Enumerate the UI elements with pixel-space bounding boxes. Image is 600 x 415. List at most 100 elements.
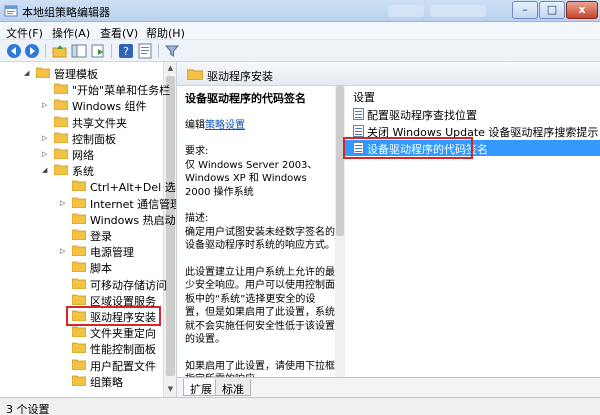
folder-icon: [72, 375, 86, 386]
blurred-region: [388, 5, 424, 17]
tree-item-label: 控制面板: [72, 132, 116, 146]
tree-item-label: 性能控制面板: [90, 343, 156, 357]
description-title: 设备驱动程序的代码签名: [185, 92, 306, 105]
filter-icon[interactable]: [164, 43, 180, 59]
tree-item-label: Ctrl+Alt+Del 选项: [90, 181, 176, 195]
tree-pane[interactable]: ▲ ▼ ◢ 管理模板 "开始"菜单和任务栏 ▷ Windows 组件 共享文件夹 ▷ 控制面板…: [0, 62, 177, 397]
setting-row[interactable]: 配置驱动程序查找位置: [345, 106, 600, 122]
forward-arrow-icon[interactable]: [24, 43, 40, 59]
close-button[interactable]: x: [566, 1, 598, 19]
description-scrollbar[interactable]: [335, 86, 345, 377]
edit-policy-link[interactable]: 策略设置: [205, 120, 245, 131]
requirements-label: 要求:: [185, 146, 209, 157]
status-text: 3 个设置: [6, 403, 50, 415]
folder-icon: [187, 69, 203, 80]
title-bar: 本地组策略编辑器 – □ x: [0, 0, 600, 22]
tree-item-label: 网络: [72, 149, 94, 162]
folder-icon: [72, 245, 86, 257]
folder-icon: [72, 310, 86, 321]
expand-arrow-icon: [60, 231, 68, 239]
expand-arrow-icon: [42, 118, 50, 126]
description-text: 确定用户试图安装未经数字签名的设备驱动程序时系统的响应方式。: [185, 226, 335, 252]
expand-arrow-icon[interactable]: ▷: [42, 150, 50, 158]
scroll-down-arrow-icon[interactable]: ▼: [164, 383, 176, 396]
toolbar-separator: [45, 44, 46, 58]
expand-arrow-icon: [60, 280, 68, 288]
tree-scrollbar[interactable]: ▲ ▼: [163, 62, 176, 397]
expand-arrow-icon: [60, 312, 68, 320]
collapse-arrow-icon[interactable]: ◢: [42, 166, 50, 174]
minimize-button[interactable]: –: [512, 1, 538, 19]
expand-arrow-icon: [60, 377, 68, 385]
expand-arrow-icon: [60, 182, 68, 190]
window-title: 本地组策略编辑器: [22, 6, 110, 19]
group-policy-app-icon: [4, 5, 18, 17]
folder-up-icon[interactable]: [52, 43, 68, 59]
tree-item-label: 脚本: [90, 262, 112, 276]
back-arrow-icon[interactable]: [6, 43, 22, 59]
folder-icon: [72, 197, 86, 208]
expand-arrow-icon[interactable]: ▷: [60, 247, 68, 255]
expand-arrow-icon[interactable]: ▷: [42, 101, 50, 109]
policy-setting-icon: [353, 108, 364, 120]
expand-arrow-icon: [60, 361, 68, 369]
expand-arrow-icon: [60, 296, 68, 304]
folder-icon: [72, 229, 86, 240]
scroll-thumb[interactable]: [336, 86, 344, 236]
folder-icon: [72, 294, 86, 305]
folder-icon: [54, 83, 68, 95]
menu-help[interactable]: 帮助(H): [146, 25, 185, 41]
tab-standard[interactable]: 标准: [215, 379, 251, 396]
tab-extended[interactable]: 扩展: [183, 379, 219, 396]
tree-item-label: 电源管理: [90, 246, 134, 260]
description-panel: 设备驱动程序的代码签名 编辑策略设置 要求: 仅 Windows Server …: [185, 92, 335, 387]
tree-item-label: 驱动程序安装: [90, 311, 156, 324]
settings-list: 设置 配置驱动程序查找位置 关闭 Windows Update 设备驱动程序搜索提…: [345, 86, 600, 376]
folder-icon: [54, 99, 68, 111]
help-icon[interactable]: ?: [118, 43, 134, 59]
tree-item-label: 文件夹重定向: [90, 327, 156, 341]
tree-item-label: 共享文件夹: [72, 116, 127, 130]
expand-arrow-icon: [60, 263, 68, 271]
svg-text:?: ?: [123, 45, 129, 58]
description-paragraph-2: 此设置建立让用户系统上允许的最少安全响应。用户可以使用控制面板中的“系统”选择更…: [185, 266, 335, 346]
content-pane: 驱动程序安装 设备驱动程序的代码签名 编辑策略设置 要求: 仅 Windows …: [177, 62, 600, 397]
expand-arrow-icon: [42, 85, 50, 93]
tree-item-label: Windows 组件: [72, 100, 147, 114]
folder-icon: [54, 116, 68, 127]
expand-arrow-icon[interactable]: ▷: [60, 199, 68, 207]
view-tabs: 扩展 标准: [177, 377, 600, 397]
show-hide-tree-icon[interactable]: [71, 43, 87, 59]
tree-item-label: "开始"菜单和任务栏: [72, 84, 171, 98]
scroll-up-arrow-icon[interactable]: ▲: [164, 62, 176, 75]
folder-icon: [54, 164, 68, 176]
folder-icon: [54, 148, 68, 159]
folder-icon: [72, 180, 86, 192]
expand-arrow-icon[interactable]: ▷: [42, 134, 50, 142]
requirements-text: 仅 Windows Server 2003、Windows XP 和 Windo…: [185, 159, 318, 198]
toolbar: ?: [0, 40, 600, 62]
policy-setting-icon: [353, 125, 364, 137]
settings-column-header[interactable]: 设置: [353, 89, 375, 105]
collapse-arrow-icon[interactable]: ◢: [24, 69, 32, 77]
expand-arrow-icon: [60, 344, 68, 352]
folder-icon: [72, 278, 86, 289]
expand-arrow-icon: [60, 215, 68, 223]
maximize-button[interactable]: □: [539, 1, 565, 19]
export-list-icon[interactable]: [90, 43, 106, 59]
description-label: 描述:: [185, 213, 209, 224]
menu-action[interactable]: 操作(A): [52, 25, 90, 41]
folder-icon: [72, 359, 86, 370]
pane-header: 驱动程序安装: [177, 62, 600, 86]
menu-file[interactable]: 文件(F): [6, 25, 43, 41]
annotation-highlight-box: [343, 137, 473, 159]
properties-icon[interactable]: [137, 43, 153, 59]
tree-item-label: 管理模板: [54, 68, 98, 81]
folder-icon: [72, 342, 86, 354]
setting-label: 配置驱动程序查找位置: [367, 109, 477, 122]
folder-icon: [54, 132, 68, 143]
expand-arrow-icon: [60, 328, 68, 336]
tree-item-label: Internet 通信管理: [90, 197, 177, 211]
folder-icon: [72, 261, 86, 273]
menu-view[interactable]: 查看(V): [100, 25, 138, 41]
